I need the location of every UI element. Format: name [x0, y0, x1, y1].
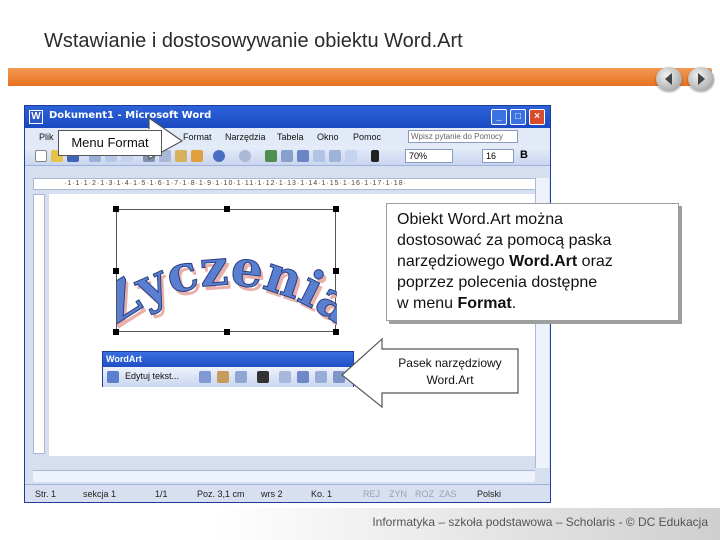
columns-icon[interactable]	[313, 150, 325, 162]
new-document-icon[interactable]	[35, 150, 47, 162]
edit-text-button[interactable]: Edytuj tekst...	[125, 371, 179, 381]
accent-bar	[8, 68, 712, 86]
wordart-toolbar-title: WordArt	[103, 352, 353, 367]
undo-icon[interactable]	[213, 150, 225, 162]
next-slide-button[interactable]	[688, 67, 714, 91]
resize-handle[interactable]	[224, 329, 230, 335]
show-hide-icon[interactable]	[371, 150, 379, 162]
word-app-icon: W	[29, 110, 43, 124]
menu-format[interactable]: Format	[183, 132, 212, 142]
status-roz[interactable]: ROZ	[415, 489, 434, 499]
status-column: Ko. 1	[311, 489, 333, 499]
same-letter-heights-icon[interactable]	[279, 371, 291, 383]
info-box: Obiekt Word.Art można dostosować za pomo…	[386, 203, 679, 321]
menu-plik[interactable]: Plik	[39, 132, 54, 142]
info-line: narzędziowego Word.Art oraz	[397, 253, 613, 270]
tables-icon[interactable]	[281, 150, 293, 162]
format-painter-icon[interactable]	[191, 150, 203, 162]
document-map-icon[interactable]	[345, 150, 357, 162]
info-line: Obiekt Word.Art można	[397, 211, 563, 228]
ask-help-input[interactable]: Wpisz pytanie do Pomocy	[408, 130, 518, 143]
chevron-right-icon	[698, 73, 705, 85]
menu-okno[interactable]: Okno	[317, 132, 339, 142]
maximize-button[interactable]: □	[510, 109, 526, 125]
insert-wordart-icon[interactable]	[107, 371, 119, 383]
info-line: poprzez polecenia dostępne	[397, 274, 598, 291]
wordart-graphic: Życzenia Życzenia	[117, 237, 337, 333]
prev-slide-button[interactable]	[656, 67, 682, 91]
footer-text: Informatyka – szkoła podstawowa – Schola…	[372, 515, 708, 529]
info-line: dostosować za pomocą paska	[397, 232, 612, 249]
insert-table-icon[interactable]	[297, 150, 309, 162]
hyperlink-icon[interactable]	[265, 150, 277, 162]
menu-pomoc[interactable]: Pomoc	[353, 132, 381, 142]
resize-handle[interactable]	[333, 268, 339, 274]
status-line: wrs 2	[261, 489, 283, 499]
resize-handle[interactable]	[113, 329, 119, 335]
word-titlebar: W Dokument1 - Microsoft Word _ □ ×	[25, 106, 550, 128]
info-line: w menu Format.	[397, 295, 517, 312]
status-zyn[interactable]: ZYN	[389, 489, 407, 499]
status-pages: 1/1	[155, 489, 168, 499]
drawing-icon[interactable]	[329, 150, 341, 162]
status-position: Poz. 3,1 cm	[197, 489, 245, 499]
menu-narzedzia[interactable]: Narzędzia	[225, 132, 266, 142]
toolbar-callout-label: Pasek narzędziowy Word.Art	[398, 356, 502, 387]
horizontal-scrollbar[interactable]	[33, 470, 535, 482]
status-rej[interactable]: REJ	[363, 489, 380, 499]
chevron-left-icon	[665, 73, 672, 85]
zoom-select[interactable]: 70%	[405, 149, 453, 163]
word-window-title: Dokument1 - Microsoft Word	[49, 110, 212, 121]
menu-tabela[interactable]: Tabela	[277, 132, 304, 142]
status-language: Polski	[477, 489, 502, 499]
bold-button[interactable]: B	[520, 149, 528, 161]
alignment-icon[interactable]	[315, 371, 327, 383]
resize-handle[interactable]	[224, 206, 230, 212]
format-wordart-icon[interactable]	[217, 371, 229, 383]
status-section: sekcja 1	[83, 489, 117, 499]
wordart-toolbar: WordArt Edytuj tekst...	[102, 351, 354, 387]
wordart-toolbar-buttons: Edytuj tekst...	[103, 367, 353, 387]
resize-handle[interactable]	[333, 206, 339, 212]
close-button[interactable]: ×	[529, 109, 545, 125]
wordart-object[interactable]: Życzenia Życzenia	[113, 206, 339, 335]
vertical-text-icon[interactable]	[297, 371, 309, 383]
font-size-select[interactable]: 16	[482, 149, 514, 163]
vertical-ruler	[33, 194, 45, 454]
footer-bar: Informatyka – szkoła podstawowa – Schola…	[0, 508, 720, 540]
text-wrapping-icon[interactable]	[257, 371, 269, 383]
status-bar: Str. 1 sekcja 1 1/1 Poz. 3,1 cm wrs 2 Ko…	[25, 484, 550, 502]
menu-format-callout: Menu Format	[58, 130, 162, 156]
resize-handle[interactable]	[113, 268, 119, 274]
horizontal-ruler: ·1·1·1·2·1·3·1·4·1·5·1·6·1·7·1·8·1·9·1·1…	[33, 178, 538, 190]
status-zas[interactable]: ZAS	[439, 489, 457, 499]
status-page: Str. 1	[35, 489, 57, 499]
slide-title: Wstawianie i dostosowywanie obiektu Word…	[44, 30, 463, 52]
minimize-button[interactable]: _	[491, 109, 507, 125]
redo-icon[interactable]	[239, 150, 251, 162]
wordart-shape-icon[interactable]	[235, 371, 247, 383]
slide: Wstawianie i dostosowywanie obiektu Word…	[0, 0, 720, 540]
wordart-gallery-icon[interactable]	[199, 371, 211, 383]
resize-handle[interactable]	[113, 206, 119, 212]
resize-handle[interactable]	[333, 329, 339, 335]
